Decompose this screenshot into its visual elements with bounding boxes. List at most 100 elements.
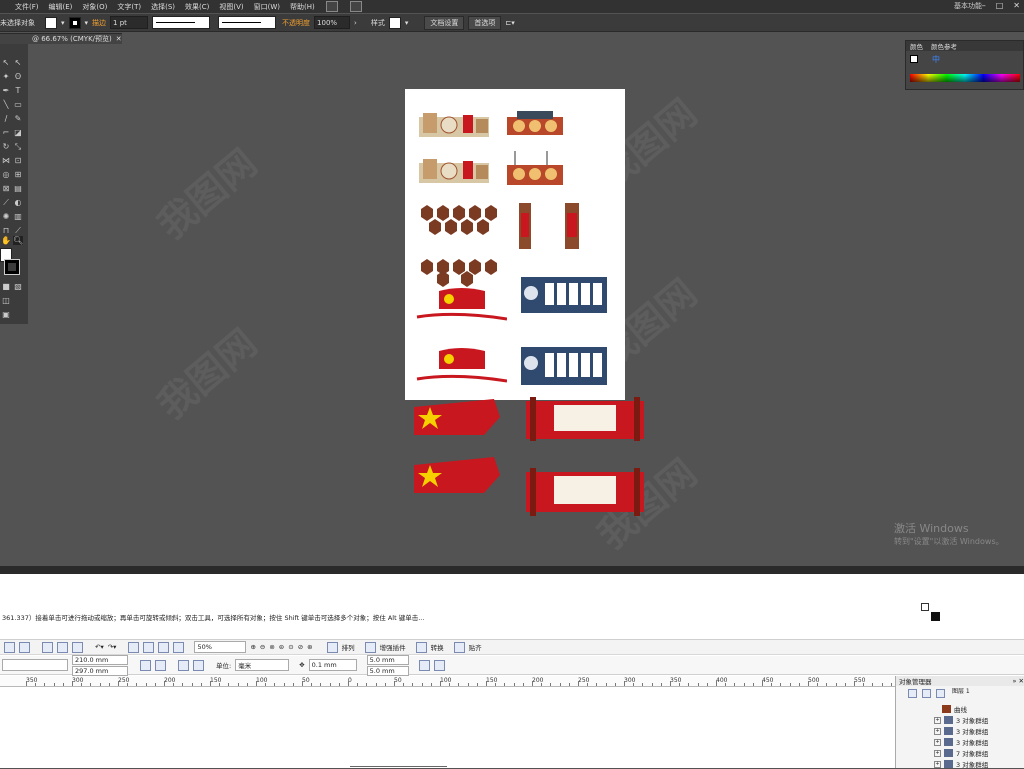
docker-collapse-icon[interactable]: » ✕ [1013,677,1024,685]
expand-icon[interactable]: + [934,739,941,746]
hand-tool-icon[interactable]: ✋ [1,236,11,245]
zoom-page-icon[interactable]: ⊙ [288,643,293,651]
all-pages-icon[interactable] [178,660,189,671]
perspective-grid-tool-icon[interactable]: ⊞ [13,170,23,179]
portrait-icon[interactable] [140,660,151,671]
culture-wall-design-a[interactable] [419,111,489,139]
menu-type[interactable]: 文字(T) [112,2,146,12]
gradient-tool-icon[interactable]: ▤ [13,184,23,193]
ime-indicator[interactable]: 中 [932,54,940,65]
width-tool-icon[interactable]: ⋈ [1,156,11,165]
red-pillar-board-b[interactable] [526,460,644,516]
slice-tool-icon[interactable]: ⟋ [13,226,23,235]
screen-mode-icon[interactable]: ▣ [1,310,11,319]
object-manager-item[interactable]: +3 对象群组 [934,715,988,725]
eyedropper-tool-icon[interactable]: ⟋ [1,198,11,207]
opacity-label[interactable]: 不透明度 [282,18,310,28]
zoom-in-icon[interactable]: ⊕ [250,643,255,651]
party-banner-design-b[interactable] [415,347,507,389]
expand-icon[interactable] [934,707,939,712]
hexagon-wall-design-a[interactable] [415,201,501,241]
show-layers-icon[interactable] [922,689,931,698]
show-properties-icon[interactable] [908,689,917,698]
new-icon[interactable] [4,642,15,653]
snap-button[interactable]: 贴齐 [469,642,482,652]
page-width-input[interactable]: 210.0 mm [72,655,128,665]
stroke-swatch[interactable] [69,17,81,29]
red-star-banner-b[interactable] [414,455,500,497]
units-select[interactable]: 毫米 [235,659,289,671]
app-launcher-icon[interactable] [173,642,184,653]
maximize-icon[interactable]: □ [996,1,1004,10]
print-icon[interactable] [19,642,30,653]
red-pillar-board-a[interactable] [526,397,644,441]
artboard[interactable] [405,89,625,400]
culture-wall-design-c[interactable] [419,157,489,185]
chevron-right-icon[interactable]: › [354,19,357,27]
paste-icon[interactable] [72,642,83,653]
minimize-icon[interactable]: – [982,1,986,10]
culture-wall-design-d[interactable] [507,151,563,187]
units-settings-icon[interactable] [419,660,430,671]
arrange-icon[interactable] [327,642,338,653]
expand-icon[interactable]: + [934,717,941,724]
zoom-level-select[interactable]: 50% [194,641,246,653]
object-manager-item[interactable]: +3 对象群组 [934,737,988,747]
direct-selection-tool-icon[interactable]: ↖ [13,58,23,67]
undo-icon[interactable]: ↶▾ [95,643,104,651]
arrange-documents-icon[interactable] [350,1,362,12]
document-setup-button[interactable]: 文档设置 [424,16,464,30]
style-swatch[interactable] [389,17,401,29]
object-manager-item[interactable]: 曲线 [934,704,967,714]
publish-icon[interactable] [158,642,169,653]
eraser-tool-icon[interactable]: ◪ [13,128,23,137]
menu-view[interactable]: 视图(V) [214,2,248,12]
chevron-down-icon[interactable]: ▾ [405,19,409,27]
chevron-down-icon[interactable]: ▾ [85,19,89,27]
selection-tool-icon[interactable]: ↖ [1,58,11,67]
gradient-mode-icon[interactable]: ▧ [13,282,23,291]
pen-tool-icon[interactable]: ✒ [1,86,11,95]
rectangle-tool-icon[interactable]: ▭ [13,100,23,109]
pencil-tool-icon[interactable]: ✎ [13,114,23,123]
enhance-plugin-icon[interactable] [365,642,376,653]
draw-mode-icon[interactable]: ◫ [1,296,11,305]
graph-tool-icon[interactable]: ▥ [13,212,23,221]
menu-select[interactable]: 选择(S) [146,2,180,12]
chevron-down-icon[interactable]: ▾ [61,19,65,27]
tab-close-icon[interactable]: ✕ [116,35,122,43]
mesh-tool-icon[interactable]: ⊠ [1,184,11,193]
free-transform-tool-icon[interactable]: ⊡ [13,156,23,165]
cut-icon[interactable] [42,642,53,653]
zoom-width-icon[interactable]: ⊘ [298,643,303,651]
magic-wand-tool-icon[interactable]: ✦ [1,72,11,81]
menu-object[interactable]: 对象(O) [77,2,112,12]
stroke-label[interactable]: 描边 [92,18,106,28]
zoom-all-icon[interactable]: ⊜ [279,643,284,651]
paintbrush-tool-icon[interactable]: ∕ [1,114,11,123]
opacity-input[interactable]: 100% [314,16,350,29]
export-icon[interactable] [143,642,154,653]
variable-width-profile[interactable] [152,16,210,29]
landscape-icon[interactable] [155,660,166,671]
fill-swatch[interactable] [45,17,57,29]
close-icon[interactable]: ✕ [1013,1,1020,10]
nudge-distance-input[interactable]: 0.1 mm [309,659,357,671]
wooden-standee-a[interactable] [515,203,535,249]
zoom-out-icon[interactable]: ⊖ [260,643,265,651]
party-banner-design-a[interactable] [415,287,507,327]
zoom-height-icon[interactable]: ⊛ [307,643,312,651]
zoom-selected-icon[interactable]: ⊚ [269,643,274,651]
import-icon[interactable] [128,642,139,653]
arrange-button[interactable]: 排列 [342,642,355,652]
bridge-icon[interactable] [326,1,338,12]
line-tool-icon[interactable]: ╲ [1,100,11,109]
convert-icon[interactable] [416,642,427,653]
color-tab[interactable]: 颜色 [910,41,923,51]
duplicate-x-input[interactable]: 5.0 mm [367,655,409,665]
fill-swatch[interactable] [910,55,918,63]
current-page-icon[interactable] [193,660,204,671]
expand-icon[interactable]: + [934,761,941,768]
page-height-input[interactable]: 297.0 mm [72,666,128,676]
hexagon-wall-design-b[interactable] [415,255,501,289]
